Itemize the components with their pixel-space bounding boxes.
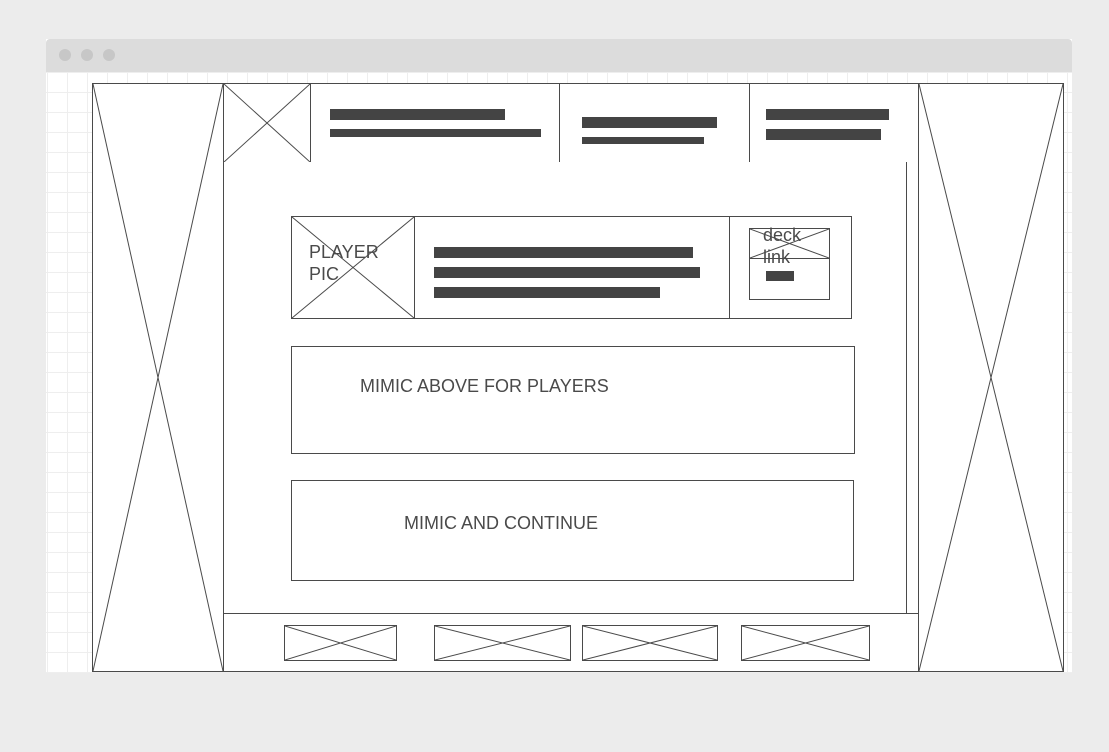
site-logo[interactable]	[223, 83, 311, 163]
minimize-dot-icon[interactable]	[81, 49, 93, 61]
right-ad-placeholder	[918, 83, 1064, 672]
left-ad-placeholder	[92, 83, 224, 672]
player-stats-text	[434, 267, 700, 278]
continue-section: MIMIC AND CONTINUE	[291, 480, 854, 581]
image-placeholder-icon	[583, 626, 717, 660]
header-bar	[223, 83, 919, 163]
content-scrollbar[interactable]	[906, 162, 919, 614]
header-title-text	[330, 109, 505, 120]
image-placeholder-icon	[742, 626, 869, 660]
footer-link-1[interactable]	[284, 625, 397, 661]
player-card: PLAYER PIC deck link	[291, 216, 852, 319]
footer-link-4[interactable]	[741, 625, 870, 661]
wireframe-canvas: PLAYER PIC deck link MIMIC ABOVE FOR PLA…	[46, 72, 1072, 673]
player-pic-label-1: PLAYER	[309, 242, 379, 262]
header-nav-subtext	[582, 137, 704, 144]
players-section-label: MIMIC ABOVE FOR PLAYERS	[360, 376, 609, 396]
close-dot-icon[interactable]	[59, 49, 71, 61]
deck-link[interactable]: deck link	[749, 225, 830, 300]
player-pic-label-2: PIC	[309, 264, 340, 284]
zoom-dot-icon[interactable]	[103, 49, 115, 61]
image-placeholder-icon	[93, 84, 223, 671]
header-nav-text[interactable]	[582, 117, 717, 128]
player-name-text	[434, 247, 693, 258]
footer-link-3[interactable]	[582, 625, 718, 661]
players-section: MIMIC ABOVE FOR PLAYERS	[291, 346, 855, 454]
image-placeholder-icon	[435, 626, 570, 660]
header-account-subtext	[766, 129, 881, 140]
deck-link-label-2: link	[763, 247, 791, 267]
window-titlebar	[46, 39, 1072, 72]
header-account-text[interactable]	[766, 109, 889, 120]
deck-link-label-1: deck	[763, 225, 802, 245]
footer-link-2[interactable]	[434, 625, 571, 661]
player-pic[interactable]: PLAYER PIC	[291, 216, 415, 319]
header-subtitle-text	[330, 129, 541, 137]
image-placeholder-icon	[919, 84, 1063, 671]
footer-bar	[223, 613, 919, 672]
browser-window: PLAYER PIC deck link MIMIC ABOVE FOR PLA…	[46, 39, 1072, 673]
main-content: PLAYER PIC deck link MIMIC ABOVE FOR PLA…	[223, 162, 907, 614]
header-divider	[749, 84, 750, 162]
deck-link-text	[766, 271, 794, 281]
header-divider	[559, 84, 560, 162]
continue-section-label: MIMIC AND CONTINUE	[404, 513, 599, 533]
player-info-text	[434, 287, 660, 298]
player-card-divider	[729, 217, 730, 318]
image-placeholder-icon	[224, 84, 310, 162]
image-placeholder-icon	[285, 626, 396, 660]
